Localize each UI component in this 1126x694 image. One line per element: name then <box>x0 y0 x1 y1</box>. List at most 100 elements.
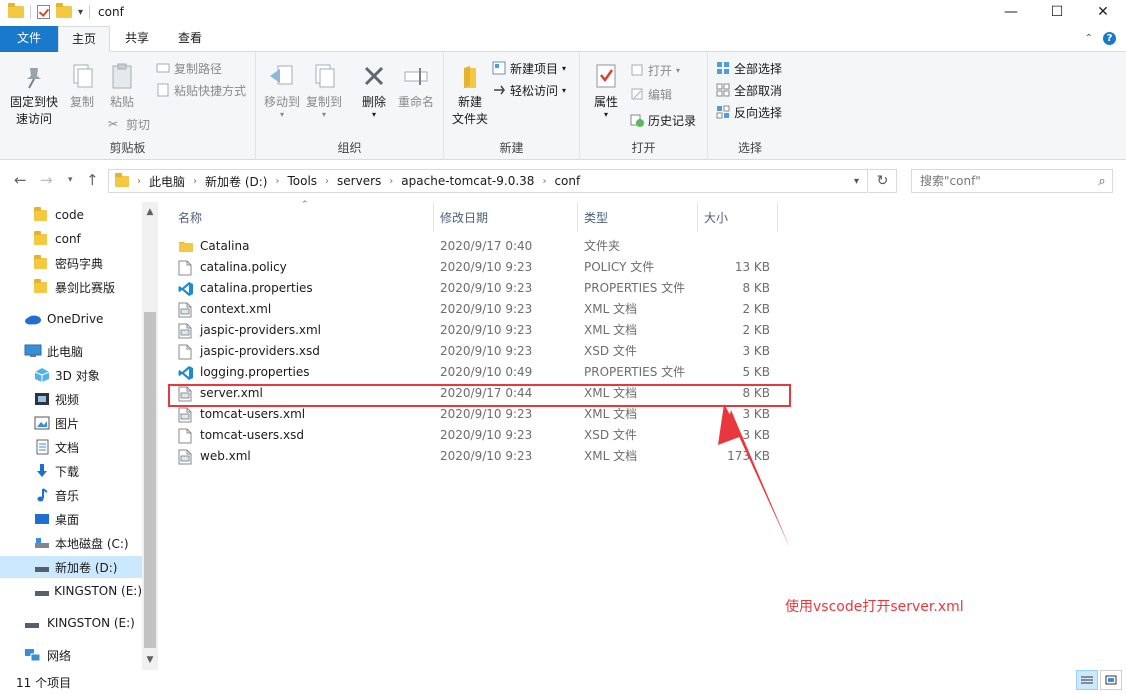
nav-item-selected[interactable]: 新加卷 (D:) <box>0 556 142 578</box>
help-icon[interactable]: ? <box>1103 32 1116 45</box>
history-button[interactable]: 历史记录 <box>630 110 696 130</box>
tab-home[interactable]: 主页 <box>58 26 110 52</box>
breadcrumb-separator-icon[interactable]: › <box>389 176 393 187</box>
file-row[interactable]: tomcat-users.xsd 2020/9/10 9:23 XSD 文件 3 KB <box>160 425 790 446</box>
column-header-size[interactable]: 大小 <box>698 202 778 232</box>
select-group-label: 选择 <box>737 141 762 155</box>
column-header-date[interactable]: 修改日期 <box>434 202 578 232</box>
search-icon[interactable]: ⌕ <box>1092 174 1112 189</box>
back-arrow-icon[interactable]: ← <box>14 171 27 189</box>
file-date: 2020/9/17 0:40 <box>440 239 533 253</box>
breadcrumb-item[interactable]: Tools <box>287 174 317 188</box>
delete-button[interactable]: 删除 ▾ <box>358 62 390 119</box>
properties-quick-icon[interactable] <box>37 5 50 19</box>
xml-icon <box>178 323 192 339</box>
nav-item[interactable]: 音乐 <box>0 484 142 506</box>
file-row[interactable]: context.xml 2020/9/10 9:23 XML 文档 2 KB <box>160 299 790 320</box>
nav-item[interactable]: 密码字典 <box>0 252 142 274</box>
breadcrumb-item[interactable]: conf <box>554 174 580 188</box>
pin-to-quick-access-button[interactable]: 固定到快 速访问 <box>6 62 62 128</box>
tab-share[interactable]: 共享 <box>112 26 162 52</box>
customize-quick-access-icon[interactable]: ▾ <box>78 7 83 18</box>
nav-item[interactable]: 图片 <box>0 412 142 434</box>
paste-button[interactable]: 粘贴 <box>104 62 140 111</box>
status-bar: 11 个项目 <box>0 670 1126 694</box>
nav-item-onedrive[interactable]: OneDrive <box>0 308 142 330</box>
nav-item[interactable]: 下载 <box>0 460 142 482</box>
nav-item[interactable]: conf <box>0 228 142 250</box>
paste-shortcut-button[interactable]: 粘贴快捷方式 <box>156 80 246 100</box>
select-all-button[interactable]: 全部选择 <box>716 58 782 78</box>
invert-selection-button[interactable]: 反向选择 <box>716 102 782 122</box>
file-row[interactable]: jaspic-providers.xsd 2020/9/10 9:23 XSD 文件… <box>160 341 790 362</box>
file-row[interactable]: logging.properties 2020/9/10 0:49 PROPERTI… <box>160 362 790 383</box>
minimize-button[interactable]: — <box>988 0 1034 24</box>
search-box[interactable]: ⌕ <box>911 169 1113 193</box>
new-folder-button[interactable]: 新建 文件夹 <box>448 62 492 128</box>
column-header-name[interactable]: 名称 <box>172 202 434 232</box>
address-bar[interactable]: › 此电脑 › 新加卷 (D:) › Tools › servers › apa… <box>108 169 868 193</box>
nav-item[interactable]: 桌面 <box>0 508 142 530</box>
details-view-icon[interactable] <box>1076 670 1098 690</box>
nav-item-network[interactable]: 网络 <box>0 644 142 666</box>
nav-item-label: OneDrive <box>47 312 104 326</box>
new-item-button[interactable]: 新建项目 ▾ <box>492 58 566 78</box>
up-arrow-icon[interactable]: ↑ <box>86 171 99 189</box>
recent-locations-chevron-icon[interactable]: ▾ <box>68 175 73 185</box>
column-header-type[interactable]: 类型 <box>578 202 698 232</box>
copy-to-label: 复制到 <box>305 95 342 109</box>
copy-to-button[interactable]: 复制到 ▾ <box>304 62 344 119</box>
nav-item[interactable]: 暴剑比赛版 <box>0 276 142 298</box>
nav-item[interactable]: 本地磁盘 (C:) <box>0 532 142 554</box>
nav-item-this-pc[interactable]: 此电脑 <box>0 340 142 362</box>
tab-view[interactable]: 查看 <box>164 26 216 52</box>
breadcrumb-separator-icon[interactable]: › <box>325 176 329 187</box>
nav-item[interactable]: 视频 <box>0 388 142 410</box>
nav-pane-scrollbar[interactable]: ▲ ▼ <box>142 202 158 670</box>
file-row[interactable]: Catalina 2020/9/17 0:40 文件夹 <box>160 236 790 257</box>
file-date: 2020/9/10 9:23 <box>440 449 533 463</box>
tab-file[interactable]: 文件 <box>0 26 58 52</box>
breadcrumb-item[interactable]: 此电脑 <box>149 173 185 190</box>
file-row[interactable]: catalina.properties 2020/9/10 9:23 PROPERT… <box>160 278 790 299</box>
maximize-button[interactable]: ☐ <box>1034 0 1080 24</box>
refresh-icon[interactable]: ↻ <box>869 169 897 193</box>
breadcrumb-separator-icon[interactable]: › <box>542 176 546 187</box>
easy-access-button[interactable]: 轻松访问 ▾ <box>492 80 566 100</box>
breadcrumb-item[interactable]: apache-tomcat-9.0.38 <box>401 174 534 188</box>
xml-icon <box>178 449 192 465</box>
scroll-down-icon[interactable]: ▼ <box>142 652 158 668</box>
edit-button[interactable]: 编辑 <box>630 84 672 104</box>
forward-arrow-icon[interactable]: → <box>40 171 53 189</box>
file-row[interactable]: jaspic-providers.xml 2020/9/10 9:23 XML 文档… <box>160 320 790 341</box>
address-dropdown-chevron-icon[interactable]: ▾ <box>854 176 859 187</box>
file-row[interactable]: catalina.policy 2020/9/10 9:23 POLICY 文件 13… <box>160 257 790 278</box>
nav-item[interactable]: 3D 对象 <box>0 364 142 386</box>
select-none-button[interactable]: 全部取消 <box>716 80 782 100</box>
open-button[interactable]: 打开 ▾ <box>630 60 680 80</box>
breadcrumb-separator-icon[interactable]: › <box>193 176 197 187</box>
properties-button[interactable]: 属性 ▾ <box>590 62 622 119</box>
collapse-ribbon-icon[interactable]: ⌃ <box>1085 33 1093 44</box>
nav-item-label: 下载 <box>55 464 80 479</box>
copy-path-button[interactable]: 复制路径 <box>156 58 222 78</box>
move-to-button[interactable]: 移动到 ▾ <box>262 62 302 119</box>
close-button[interactable]: ✕ <box>1080 0 1126 24</box>
cut-button[interactable]: ✂ 剪切 <box>108 114 150 134</box>
new-folder-quick-icon[interactable] <box>56 3 72 18</box>
nav-item[interactable]: code <box>0 204 142 226</box>
scroll-up-icon[interactable]: ▲ <box>142 204 158 220</box>
scrollbar-thumb[interactable] <box>144 312 156 648</box>
rename-button[interactable]: 重命名 <box>396 62 436 111</box>
nav-item[interactable]: KINGSTON (E:) <box>0 580 142 602</box>
file-row[interactable]: web.xml 2020/9/10 9:23 XML 文档 173 KB <box>160 446 790 467</box>
nav-item[interactable]: 文档 <box>0 436 142 458</box>
breadcrumb-item[interactable]: servers <box>337 174 381 188</box>
copy-button[interactable]: 复制 <box>64 62 100 111</box>
file-row[interactable]: tomcat-users.xml 2020/9/10 9:23 XML 文档 3 KB <box>160 404 790 425</box>
large-icons-view-icon[interactable] <box>1100 670 1122 690</box>
breadcrumb-item[interactable]: 新加卷 (D:) <box>205 173 267 190</box>
search-input[interactable] <box>920 174 1092 188</box>
breadcrumb-separator-icon[interactable]: › <box>275 176 279 187</box>
nav-item[interactable]: KINGSTON (E:) <box>0 612 142 634</box>
